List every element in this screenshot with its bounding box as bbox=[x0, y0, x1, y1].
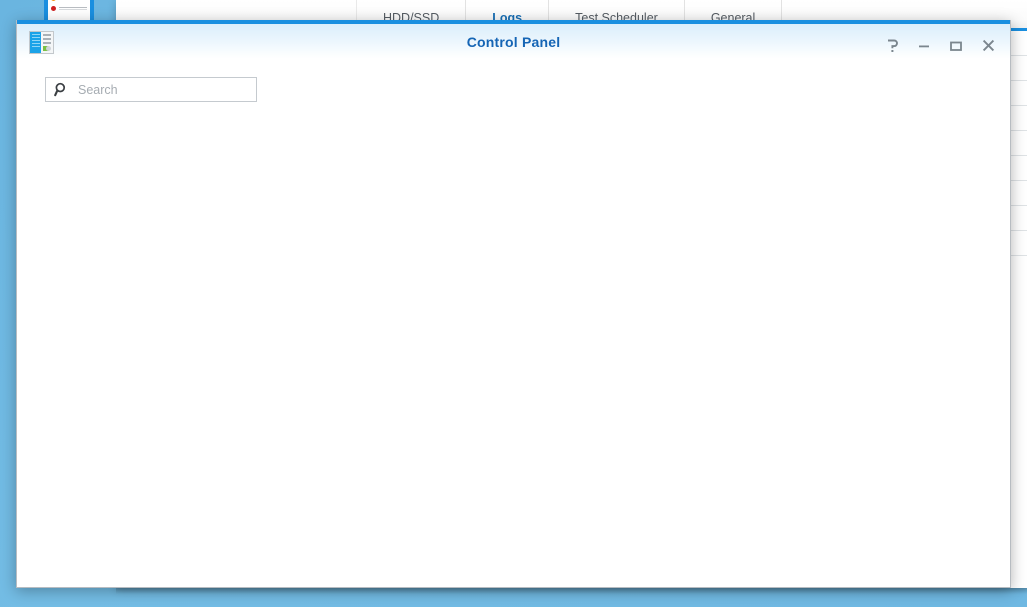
control-panel-titlebar[interactable]: Control Panel bbox=[17, 24, 1010, 59]
list-item bbox=[51, 6, 87, 11]
status-dot-warning bbox=[51, 0, 56, 1]
maximize-button[interactable] bbox=[940, 31, 972, 61]
minimize-button[interactable] bbox=[908, 31, 940, 61]
search-icon bbox=[54, 82, 69, 97]
control-panel-icon-knob bbox=[46, 46, 51, 51]
background-window-shadow bbox=[116, 588, 1027, 594]
control-panel-icon bbox=[29, 31, 54, 54]
control-panel-icon-content bbox=[41, 32, 53, 53]
window-controls bbox=[876, 28, 1004, 63]
control-panel-content-area bbox=[17, 106, 1010, 587]
help-button[interactable] bbox=[876, 31, 908, 61]
control-panel-search-row bbox=[17, 59, 1010, 106]
list-item-text-placeholder bbox=[59, 7, 87, 10]
log-entry-preview bbox=[44, 0, 94, 22]
control-panel-icon-sidebar bbox=[30, 32, 41, 53]
close-button[interactable] bbox=[972, 31, 1004, 61]
page-title: Control Panel bbox=[466, 33, 561, 50]
search-box[interactable] bbox=[45, 77, 257, 102]
status-dot-error bbox=[51, 6, 56, 11]
search-input[interactable] bbox=[76, 81, 248, 98]
control-panel-window: Control Panel bbox=[16, 20, 1011, 588]
list-item bbox=[51, 0, 87, 1]
